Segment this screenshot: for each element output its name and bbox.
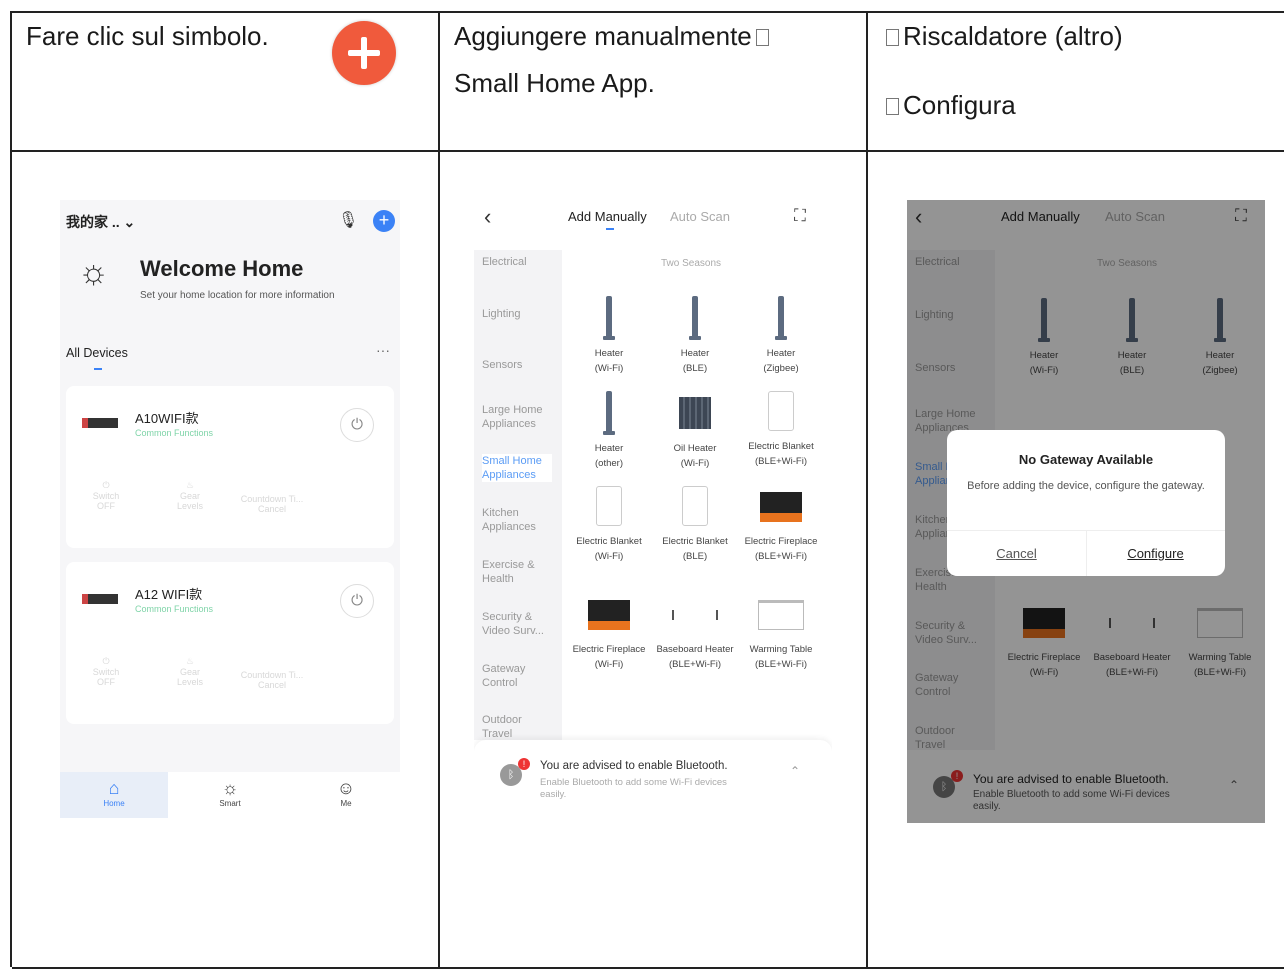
location-hint[interactable]: Set your home location for more informat… <box>140 290 335 301</box>
configure-button[interactable]: Configure <box>1086 546 1225 561</box>
baseboard-icon <box>672 610 718 620</box>
section-title: Two Seasons <box>661 258 722 269</box>
fireplace-icon <box>760 492 802 522</box>
blanket-icon <box>768 391 794 431</box>
home-icon: ⌂ <box>108 778 120 798</box>
device-item[interactable]: Heater (Zigbee) <box>738 296 824 376</box>
tab-auto-scan[interactable]: Auto Scan <box>670 209 730 224</box>
home-name: 我的家 .. <box>66 214 120 230</box>
home-selector[interactable]: 我的家 .. ⌄ <box>66 212 135 232</box>
cell-step3: Riscaldatore (altro) Configura <box>868 13 1284 152</box>
cell-step1: Fare clic sul simbolo. <box>12 13 440 152</box>
category-large-home[interactable]: Large Home Appliances <box>482 403 552 431</box>
phone-home-screen: 我的家 .. ⌄ 🎙 + ☼ Welcome Home Set your hom… <box>60 200 400 818</box>
device-item[interactable]: Heater (Wi-Fi) <box>566 296 652 376</box>
back-icon[interactable]: ‹ <box>484 204 491 230</box>
category-outdoor[interactable]: Outdoor Travel <box>482 713 552 741</box>
heater-pole-icon <box>689 296 701 340</box>
device-item[interactable]: Electric Fireplace (BLE+Wi-Fi) <box>738 486 824 564</box>
category-gateway[interactable]: Gateway Control <box>482 662 552 690</box>
nav-home[interactable]: ⌂ Home <box>60 772 168 818</box>
checkbox-glyph-icon <box>886 98 899 115</box>
category-exercise[interactable]: Exercise & Health <box>482 558 552 586</box>
mic-icon[interactable]: 🎙 <box>338 210 358 230</box>
phone-add-manually: ‹ Add Manually Auto Scan ⛶ Electrical Li… <box>474 200 832 812</box>
device-item[interactable]: Warming Table (BLE+Wi-Fi) <box>738 600 824 672</box>
dialog-text: Before adding the device, configure the … <box>967 480 1205 492</box>
heater-pole-icon <box>603 391 615 435</box>
cancel-button[interactable]: Cancel <box>947 546 1086 561</box>
phone-gateway-dialog: ‹ Add Manually Auto Scan ⛶ Electrical Li… <box>907 200 1265 823</box>
smart-icon: ☼ <box>221 778 239 798</box>
control-countdown[interactable]: Countdown Ti... Cancel <box>232 670 312 690</box>
control-gear[interactable]: ♨ Gear Levels <box>170 656 210 687</box>
device-item[interactable]: Heater (other) <box>566 391 652 471</box>
nav-smart[interactable]: ☼ Smart <box>176 772 284 818</box>
device-name: A10WIFI款 <box>135 411 199 426</box>
oil-heater-icon <box>679 397 711 429</box>
sun-icon: ☼ <box>78 253 110 291</box>
category-small-home[interactable]: Small Home Appliances <box>482 454 552 482</box>
device-item[interactable]: Baseboard Heater (BLE+Wi-Fi) <box>652 600 738 672</box>
device-sub[interactable]: Common Functions <box>135 428 213 438</box>
add-device-icon[interactable]: + <box>373 210 395 232</box>
profile-icon: ☺ <box>336 778 356 798</box>
bottom-nav: ⌂ Home ☼ Smart ☺ Me <box>60 772 400 818</box>
step2-line1: Aggiungere manualmente <box>454 21 752 51</box>
device-item[interactable]: Heater (BLE) <box>652 296 738 376</box>
control-switch[interactable]: ⏻ Switch OFF <box>86 656 126 687</box>
heater-pole-icon <box>603 296 615 340</box>
category-sidebar: Electrical Lighting Sensors Large Home A… <box>474 250 562 740</box>
step3-line1: Riscaldatore (altro) <box>903 21 1123 51</box>
device-name: A12 WIFI款 <box>135 587 203 602</box>
control-switch[interactable]: ⏻ Switch OFF <box>86 480 126 511</box>
control-gear[interactable]: ♨ Gear Levels <box>170 480 210 511</box>
step3-line2: Configura <box>903 90 1016 120</box>
cell-step2: Aggiungere manualmente Small Home App. <box>440 13 868 152</box>
category-security[interactable]: Security & Video Surv... <box>482 610 558 638</box>
tab-add-manually[interactable]: Add Manually <box>568 209 647 224</box>
category-lighting[interactable]: Lighting <box>482 307 521 321</box>
bt-sub: Enable Bluetooth to add some Wi-Fi devic… <box>540 777 727 800</box>
device-sub[interactable]: Common Functions <box>135 604 213 614</box>
control-countdown[interactable]: Countdown Ti... Cancel <box>232 494 312 514</box>
tab-indicator <box>606 228 614 230</box>
heater-icon <box>82 418 118 428</box>
checkbox-glyph-icon <box>755 29 769 46</box>
scan-icon[interactable]: ⛶ <box>794 206 806 226</box>
heater-icon <box>82 594 118 604</box>
bluetooth-banner[interactable]: ᛒ ! You are advised to enable Bluetooth.… <box>474 740 832 812</box>
device-card[interactable]: A12 WIFI款 Common Functions ⏻ ⏻ Switch OFF … <box>66 562 394 724</box>
dialog-title: No Gateway Available <box>1018 452 1154 467</box>
device-item[interactable]: Oil Heater (Wi-Fi) <box>652 391 738 471</box>
device-item[interactable]: Electric Blanket (BLE+Wi-Fi) <box>738 391 824 469</box>
category-sensors[interactable]: Sensors <box>482 358 522 372</box>
device-item[interactable]: Electric Blanket (BLE) <box>652 486 738 564</box>
all-devices-tab[interactable]: All Devices <box>66 346 128 360</box>
add-plus-icon <box>332 21 396 85</box>
heater-pole-icon <box>775 296 787 340</box>
welcome-title: Welcome Home <box>140 256 304 281</box>
power-icon[interactable]: ⏻ <box>340 408 374 442</box>
device-item[interactable]: Electric Blanket (Wi-Fi) <box>566 486 652 564</box>
warming-table-icon <box>758 600 804 630</box>
device-card[interactable]: A10WIFI款 Common Functions ⏻ ⏻ Switch OFF ♨… <box>66 386 394 548</box>
step2-line2: Small Home App. <box>454 68 655 98</box>
nav-me[interactable]: ☺ Me <box>292 772 400 818</box>
gateway-dialog: No Gateway Available Before adding the d… <box>947 430 1225 576</box>
category-kitchen[interactable]: Kitchen Appliances <box>482 506 552 534</box>
chevron-up-icon[interactable]: ⌃ <box>790 764 800 778</box>
tab-indicator <box>94 368 102 370</box>
alert-badge-icon: ! <box>518 758 530 770</box>
blanket-icon <box>596 486 622 526</box>
more-icon[interactable]: ··· <box>376 342 390 358</box>
checkbox-glyph-icon <box>886 29 899 46</box>
fireplace-icon <box>588 600 630 630</box>
device-item[interactable]: Electric Fireplace (Wi-Fi) <box>566 600 652 672</box>
category-electrical[interactable]: Electrical <box>482 255 527 269</box>
blanket-icon <box>682 486 708 526</box>
bt-title: You are advised to enable Bluetooth. <box>540 760 728 772</box>
power-icon[interactable]: ⏻ <box>340 584 374 618</box>
